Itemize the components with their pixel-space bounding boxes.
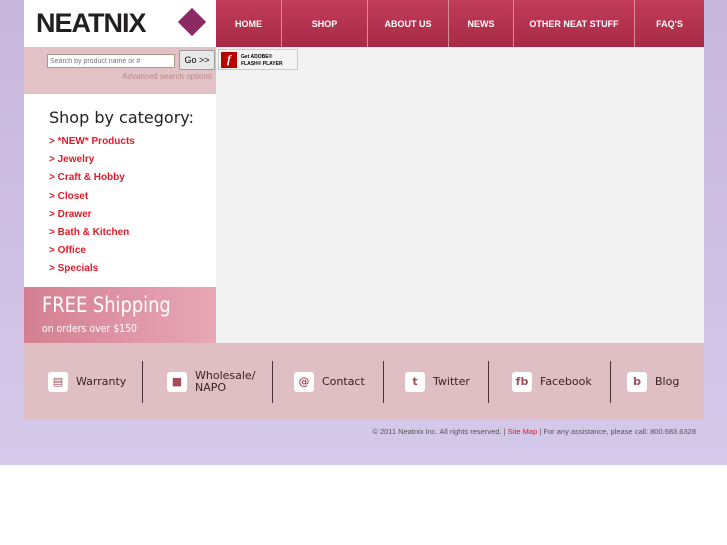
shipping-title: FREE Shipping bbox=[42, 293, 171, 317]
flash-icon: f bbox=[221, 52, 237, 68]
at-icon: @ bbox=[294, 371, 314, 392]
facebook-icon: fb bbox=[512, 371, 532, 392]
main-content bbox=[216, 47, 704, 343]
nav-other-neat-stuff[interactable]: OTHER NEAT STUFF bbox=[514, 0, 635, 47]
footer-label: Facebook bbox=[540, 375, 592, 388]
nav-shop[interactable]: SHOP bbox=[282, 0, 368, 47]
logo-diamond-icon bbox=[177, 7, 207, 37]
nav-home[interactable]: HOME bbox=[216, 0, 282, 47]
category-title: Shop by category: bbox=[49, 108, 194, 127]
flash-line2: FLASH® PLAYER bbox=[241, 61, 283, 67]
twitter-icon: t bbox=[405, 371, 425, 392]
footer-label: Warranty bbox=[76, 375, 127, 388]
footer-contact[interactable]: @ Contact bbox=[273, 360, 384, 403]
footer-facebook[interactable]: fb Facebook bbox=[489, 360, 611, 403]
nav-about-us[interactable]: ABOUT US bbox=[368, 0, 449, 47]
shipping-sub: on orders over $150 bbox=[42, 322, 138, 335]
nav-faqs[interactable]: FAQ'S bbox=[635, 0, 704, 47]
footer-label: Wholesale/ NAPO bbox=[195, 368, 256, 394]
document-icon: ▤ bbox=[48, 371, 68, 392]
category-jewelry[interactable]: > Jewelry bbox=[49, 154, 135, 172]
assistance-text: | For any assistance, please call: 800.6… bbox=[539, 427, 696, 436]
logo-text: NEATNIX bbox=[36, 8, 147, 38]
category-panel: Shop by category: > *NEW* Products > Jew… bbox=[24, 94, 216, 287]
category-craft-hobby[interactable]: > Craft & Hobby bbox=[49, 172, 135, 190]
category-closet[interactable]: > Closet bbox=[49, 191, 135, 209]
rss-icon: b bbox=[627, 371, 647, 392]
footer-warranty[interactable]: ▤ Warranty bbox=[24, 360, 143, 403]
flash-line1: Get ADOBE® bbox=[241, 54, 273, 60]
category-bath-kitchen[interactable]: > Bath & Kitchen bbox=[49, 227, 135, 245]
footer-links: ▤ Warranty ■ Wholesale/ NAPO @ Contact t Twi… bbox=[24, 343, 704, 420]
footer-label: Twitter bbox=[433, 375, 470, 388]
footer-label: Blog bbox=[655, 375, 680, 388]
search-area: Go >> Advanced search options bbox=[24, 47, 216, 94]
search-input[interactable] bbox=[47, 54, 175, 68]
footer-label: Contact bbox=[322, 375, 365, 388]
category-new[interactable]: > *NEW* Products bbox=[49, 136, 135, 154]
copyright: © 2011 Neatnix Inc. All rights reserved.… bbox=[372, 427, 696, 436]
category-office[interactable]: > Office bbox=[49, 245, 135, 263]
footer-twitter[interactable]: t Twitter bbox=[384, 360, 489, 403]
advanced-search-link[interactable]: Advanced search options bbox=[122, 72, 212, 81]
category-specials[interactable]: > Specials bbox=[49, 263, 135, 281]
free-shipping-banner[interactable]: FREE Shipping on orders over $150 bbox=[24, 287, 216, 343]
nav-news[interactable]: NEWS bbox=[449, 0, 514, 47]
main-nav: HOME SHOP ABOUT US NEWS OTHER NEAT STUFF… bbox=[216, 0, 704, 47]
footer-blog[interactable]: b Blog bbox=[611, 361, 704, 403]
logo[interactable]: NEATNIX bbox=[24, 0, 216, 47]
go-button[interactable]: Go >> bbox=[179, 50, 215, 70]
box-icon: ■ bbox=[167, 371, 187, 392]
site-map-link[interactable]: Site Map bbox=[508, 427, 538, 436]
category-drawer[interactable]: > Drawer bbox=[49, 209, 135, 227]
copyright-text: © 2011 Neatnix Inc. All rights reserved.… bbox=[372, 427, 506, 436]
footer-wholesale[interactable]: ■ Wholesale/ NAPO bbox=[143, 360, 273, 403]
get-flash-player-button[interactable]: f Get ADOBE® FLASH® PLAYER bbox=[218, 49, 298, 70]
